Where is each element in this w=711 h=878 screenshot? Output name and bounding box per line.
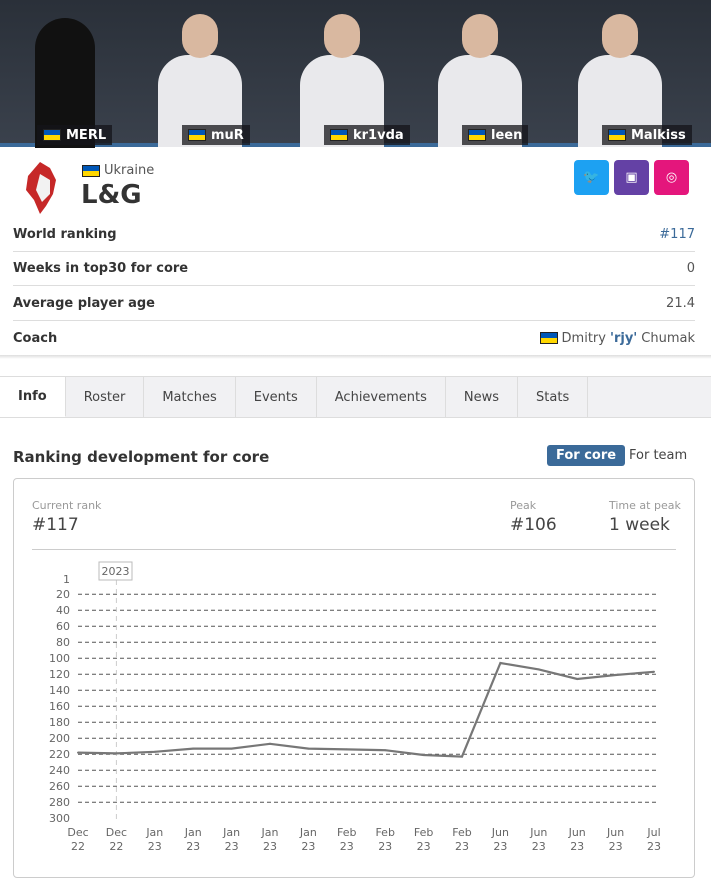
- data-point: [77, 751, 79, 754]
- data-point: [653, 670, 655, 673]
- y-tick-label: 100: [49, 652, 70, 665]
- y-tick-label: 1: [63, 573, 70, 586]
- x-tick-label: 23: [148, 840, 162, 853]
- x-tick-label: Jan: [184, 826, 202, 839]
- x-tick-label: 23: [186, 840, 200, 853]
- x-tick-label: 23: [378, 840, 392, 853]
- data-point: [537, 668, 540, 671]
- data-point: [345, 748, 348, 751]
- x-tick-label: 23: [455, 840, 469, 853]
- y-tick-label: 60: [56, 620, 70, 633]
- data-point: [461, 755, 463, 758]
- x-tick-label: 22: [109, 840, 123, 853]
- data-point: [230, 747, 233, 750]
- x-tick-label: 23: [609, 840, 623, 853]
- y-tick-label: 280: [49, 796, 70, 809]
- y-tick-label: 40: [56, 604, 70, 617]
- data-point: [614, 674, 617, 676]
- y-tick-label: 180: [49, 716, 70, 729]
- year-marker-label: 2023: [102, 565, 130, 578]
- x-tick-label: 23: [532, 840, 546, 853]
- x-tick-label: Dec: [106, 826, 127, 839]
- x-tick-label: 23: [225, 840, 239, 853]
- x-tick-label: Jan: [222, 826, 240, 839]
- x-tick-label: 23: [340, 840, 354, 853]
- x-tick-label: 23: [263, 840, 277, 853]
- x-tick-label: 23: [301, 840, 315, 853]
- x-tick-label: Jan: [299, 826, 317, 839]
- x-tick-label: 22: [71, 840, 85, 853]
- ranking-line: [77, 661, 655, 758]
- data-point: [422, 754, 425, 756]
- data-point: [153, 750, 156, 753]
- x-tick-label: Jan: [145, 826, 163, 839]
- y-tick-label: 260: [49, 780, 70, 793]
- y-tick-label: 220: [49, 748, 70, 761]
- y-tick-label: 80: [56, 636, 70, 649]
- x-tick-label: Feb: [337, 826, 356, 839]
- x-tick-label: Jun: [568, 826, 586, 839]
- x-tick-label: Jun: [606, 826, 624, 839]
- y-tick-label: 140: [49, 684, 70, 697]
- x-tick-label: Feb: [414, 826, 433, 839]
- data-point: [115, 752, 118, 755]
- y-tick-label: 200: [49, 732, 70, 745]
- y-tick-label: 300: [49, 812, 70, 825]
- x-tick-label: 23: [417, 840, 431, 853]
- data-point: [384, 749, 387, 752]
- data-point: [269, 742, 271, 745]
- y-tick-label: 120: [49, 668, 70, 681]
- data-point: [192, 747, 195, 750]
- x-tick-label: Feb: [375, 826, 394, 839]
- x-tick-label: Jul: [646, 826, 660, 839]
- x-tick-label: 23: [570, 840, 584, 853]
- ranking-chart: 1204060801001201401601802002202402602803…: [49, 561, 661, 853]
- y-tick-label: 20: [56, 588, 70, 601]
- y-tick-label: 160: [49, 700, 70, 713]
- x-tick-label: Jun: [491, 826, 509, 839]
- x-tick-label: Jan: [261, 826, 279, 839]
- x-tick-label: Feb: [452, 826, 471, 839]
- data-point: [307, 747, 310, 750]
- y-tick-label: 240: [49, 764, 70, 777]
- x-tick-label: Jun: [529, 826, 547, 839]
- x-tick-label: 23: [647, 840, 661, 853]
- data-point: [576, 678, 579, 680]
- x-tick-label: 23: [493, 840, 507, 853]
- x-tick-label: Dec: [67, 826, 88, 839]
- data-point: [499, 662, 502, 664]
